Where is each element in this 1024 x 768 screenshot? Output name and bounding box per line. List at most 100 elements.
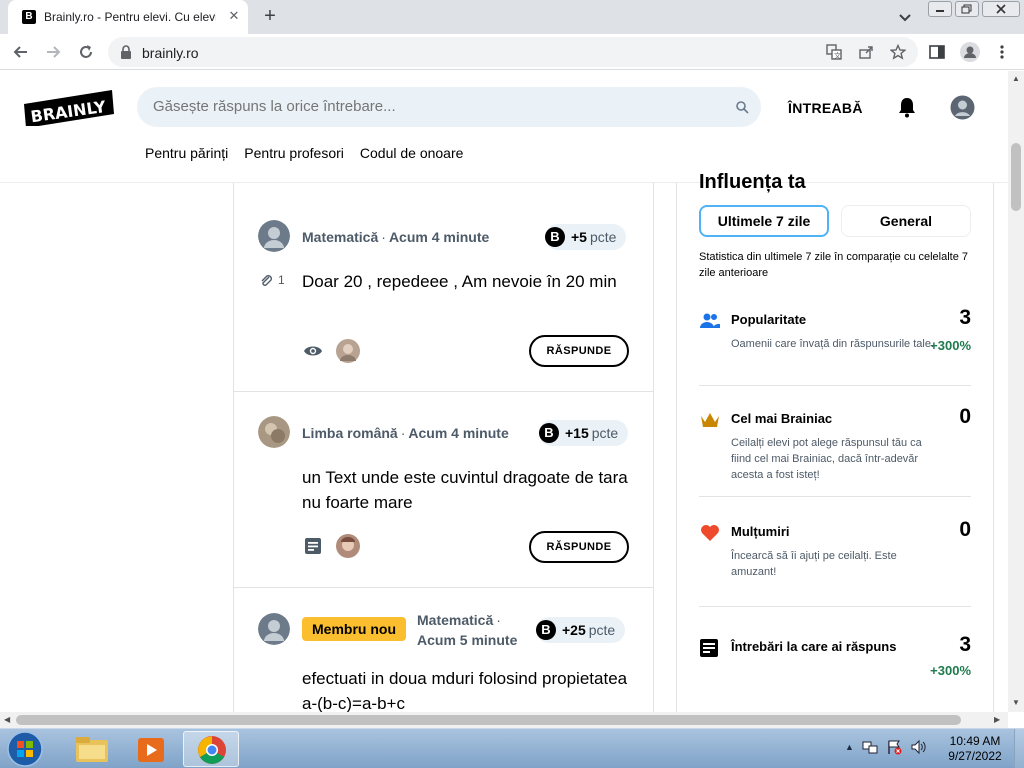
- stat-divider: [699, 606, 971, 607]
- taskbar-clock[interactable]: 10:49 AM 9/27/2022: [940, 734, 1010, 764]
- site-header: BRAINLY ÎNTREABĂ Pentru părinți Pentru p…: [0, 71, 1008, 183]
- brainly-logo[interactable]: BRAINLY: [24, 90, 114, 126]
- stat-answered-questions: Întrebări la care ai răspuns 3 +300%: [699, 633, 971, 687]
- bookmark-star-icon[interactable]: [890, 44, 906, 60]
- windows-start-icon[interactable]: [4, 730, 46, 768]
- profile-avatar-icon[interactable]: [960, 42, 980, 62]
- question-time: Acum 4 minute: [388, 229, 490, 245]
- clock-date: 9/27/2022: [948, 749, 1002, 763]
- taskbar-file-explorer[interactable]: [64, 731, 120, 767]
- tab-close-icon[interactable]: ✕: [226, 8, 242, 24]
- question-text[interactable]: Doar 20 , repedeee , Am nevoie în 20 min: [302, 269, 632, 294]
- browser-toolbar: brainly.ro 文: [0, 34, 1024, 70]
- brainly-points-icon: B: [545, 227, 565, 247]
- question-subject[interactable]: Matematică: [417, 612, 493, 628]
- system-tray: ▲: [845, 739, 926, 755]
- vertical-scroll-thumb[interactable]: [1011, 143, 1021, 211]
- scroll-up-arrow-icon[interactable]: ▲: [1012, 74, 1020, 83]
- nav-link-honor-code[interactable]: Codul de onoare: [360, 145, 464, 161]
- viewer-avatar[interactable]: [336, 339, 360, 363]
- address-bar[interactable]: brainly.ro 文: [108, 37, 918, 67]
- scroll-down-arrow-icon[interactable]: ▼: [1012, 698, 1020, 707]
- restore-window-button[interactable]: [955, 1, 979, 17]
- windows-taskbar: ▲ 10:49 AM 9/27/2022: [0, 728, 1024, 768]
- question-meta: Limba română · Acum 4 minute: [302, 425, 509, 441]
- nav-link-teachers[interactable]: Pentru profesori: [244, 145, 344, 161]
- search-input[interactable]: [153, 98, 713, 115]
- viewer-avatar[interactable]: [336, 534, 360, 558]
- question-card[interactable]: Matematică · Acum 4 minute B +5 pcte 1 Doa…: [234, 183, 653, 391]
- user-avatar[interactable]: [258, 416, 290, 448]
- share-icon[interactable]: [858, 44, 874, 60]
- text-document-icon: [305, 538, 321, 554]
- svg-text:文: 文: [834, 51, 841, 60]
- search-bar[interactable]: [137, 87, 761, 127]
- user-avatar-icon[interactable]: [258, 613, 290, 645]
- question-subject[interactable]: Limba română: [302, 425, 398, 441]
- people-icon: [700, 313, 720, 328]
- user-avatar-icon[interactable]: [258, 220, 290, 252]
- brainly-points-icon: B: [536, 620, 556, 640]
- horizontal-scrollbar[interactable]: ◀ ▶: [0, 712, 1008, 728]
- volume-icon[interactable]: [910, 739, 926, 755]
- question-meta: Matematică · Acum 5 minute: [417, 612, 518, 648]
- network-icon[interactable]: [862, 739, 878, 755]
- stat-popularity: Popularitate 3 Oamenii care învață din r…: [699, 306, 971, 370]
- search-icon[interactable]: [735, 100, 749, 114]
- show-desktop-button[interactable]: [1014, 729, 1024, 768]
- taskbar-chrome[interactable]: [183, 731, 239, 767]
- lock-icon[interactable]: [120, 45, 132, 59]
- back-arrow-icon[interactable]: [11, 42, 31, 62]
- chrome-menu-icon[interactable]: [993, 43, 1011, 61]
- stat-brainiac: Cel mai Brainiac 0 Ceilalți elevi pot al…: [699, 405, 971, 481]
- chrome-icon: [198, 736, 226, 764]
- url-text[interactable]: brainly.ro: [142, 45, 199, 61]
- translate-icon[interactable]: 文: [826, 44, 842, 60]
- tab-last-7-days[interactable]: Ultimele 7 zile: [699, 205, 829, 237]
- eye-icon: [304, 346, 322, 356]
- question-time: Acum 4 minute: [408, 425, 509, 441]
- brainly-favicon-icon: B: [22, 10, 36, 24]
- horizontal-scroll-thumb[interactable]: [16, 715, 961, 725]
- stats-description: Statistica din ultimele 7 zile în compar…: [699, 251, 969, 279]
- tab-general[interactable]: General: [841, 205, 971, 237]
- notifications-bell-icon[interactable]: [897, 96, 917, 118]
- question-text[interactable]: efectuati in doua mduri folosind propiet…: [302, 666, 632, 712]
- scroll-left-arrow-icon[interactable]: ◀: [4, 715, 10, 724]
- paperclip-icon: [261, 275, 272, 286]
- taskbar-media-player[interactable]: [123, 731, 179, 767]
- question-meta: Matematică · Acum 4 minute: [302, 229, 490, 245]
- question-card[interactable]: Limba română · Acum 4 minute B +15 pcte un…: [234, 392, 653, 588]
- clock-time: 10:49 AM: [949, 734, 1001, 748]
- brainly-points-icon: B: [539, 423, 559, 443]
- question-time: Acum 5 minute: [417, 632, 518, 648]
- question-card[interactable]: Membru nou Matematică · Acum 5 minute B +2…: [234, 588, 653, 712]
- points-badge: B +5 pcte: [545, 224, 627, 250]
- heart-icon: [701, 525, 719, 541]
- reload-icon[interactable]: [76, 42, 96, 62]
- secondary-nav: Pentru părinți Pentru profesori Codul de…: [145, 145, 463, 161]
- action-center-flag-icon[interactable]: [886, 739, 902, 755]
- browser-tab[interactable]: B Brainly.ro - Pentru elevi. Cu elevi. ✕: [8, 0, 248, 34]
- new-tab-icon[interactable]: +: [259, 5, 281, 27]
- stat-change: +300%: [930, 338, 971, 353]
- answers-list-icon: [700, 639, 718, 657]
- ask-question-button[interactable]: ÎNTREABĂ: [788, 100, 863, 116]
- user-avatar-icon[interactable]: [950, 95, 975, 120]
- side-panel-icon[interactable]: [928, 43, 946, 61]
- vertical-scrollbar[interactable]: ▲ ▼: [1008, 71, 1024, 712]
- scroll-right-arrow-icon[interactable]: ▶: [994, 715, 1000, 724]
- answer-button[interactable]: RĂSPUNDE: [529, 531, 629, 563]
- show-hidden-icons-icon[interactable]: ▲: [845, 742, 854, 752]
- nav-link-parents[interactable]: Pentru părinți: [145, 145, 228, 161]
- answer-button[interactable]: RĂSPUNDE: [529, 335, 629, 367]
- question-subject[interactable]: Matematică: [302, 229, 378, 245]
- tab-title: Brainly.ro - Pentru elevi. Cu elevi.: [44, 10, 216, 24]
- minimize-window-button[interactable]: [928, 1, 952, 17]
- stat-thanks: Mulțumiri 0 Încearcă să îi ajuți pe ceil…: [699, 518, 971, 582]
- forward-arrow-icon[interactable]: [43, 42, 63, 62]
- question-text[interactable]: un Text unde este cuvintul dragoate de t…: [302, 465, 632, 515]
- close-window-button[interactable]: [982, 1, 1020, 17]
- influence-title: Influența ta: [699, 171, 806, 193]
- tab-search-chevron-icon[interactable]: [896, 8, 914, 26]
